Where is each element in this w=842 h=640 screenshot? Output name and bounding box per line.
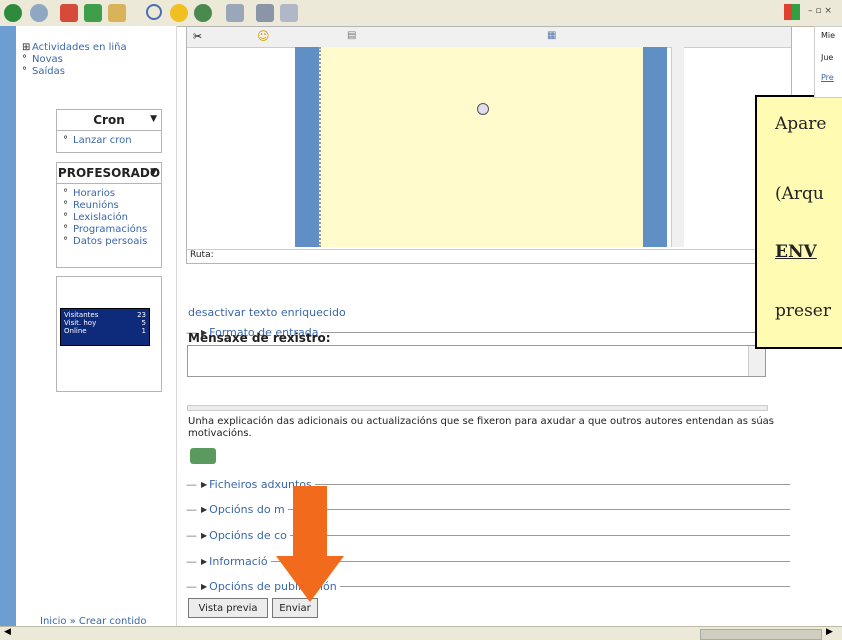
profesorado-title[interactable]: PROFESORADO ▼ (57, 163, 161, 184)
calendar-item[interactable]: Pre (821, 73, 834, 82)
callout-line: preser (775, 301, 831, 321)
scroll-right-icon[interactable]: ▶ (826, 627, 833, 637)
editor-left-margin (295, 47, 319, 247)
table-icon[interactable]: ▤ (347, 30, 356, 41)
editor-canvas[interactable] (319, 47, 645, 247)
sidebar-item-novas[interactable]: Novas (22, 54, 176, 66)
visitor-counter-widget: Visitantes 23 Visit. hoy 5 Online 1 (60, 308, 150, 346)
counter-row: Online 1 (64, 327, 146, 335)
sidebar-item-horarios[interactable]: Horarios (63, 188, 161, 200)
preview-button[interactable]: Vista previa (188, 598, 268, 618)
editor-right-margin (643, 47, 667, 247)
log-message-label: Mensaxe de rexistro: (188, 331, 331, 345)
print-icon[interactable] (256, 4, 274, 22)
refresh-icon[interactable] (84, 4, 102, 22)
chevron-down-icon[interactable]: ▼ (150, 167, 157, 177)
calendar-item[interactable]: Mie (821, 31, 835, 40)
counter-row: Visit. hoy 5 (64, 319, 146, 327)
resize-grip[interactable] (187, 405, 768, 411)
calendar-item[interactable]: Jue (821, 53, 833, 62)
favorites-icon[interactable] (170, 4, 188, 22)
orange-arrow-down-icon (276, 486, 344, 602)
flash-icon (477, 103, 489, 115)
sidebar-item-actividades[interactable]: Actividades en liña (22, 42, 176, 54)
back-icon[interactable] (4, 4, 22, 22)
horizontal-scrollbar[interactable]: ◀ ▶ (0, 626, 842, 640)
profesorado-block: PROFESORADO▼ Horarios Reunións Lexislaci… (56, 162, 162, 268)
cut-icon[interactable]: ✂ (193, 30, 202, 43)
sidebar-item-datos-persoais[interactable]: Datos persoais (63, 236, 161, 248)
sidebar-item-lexislacion[interactable]: Lexislación (63, 212, 161, 224)
callout-line: Apare (775, 114, 827, 134)
callout-line: ENV (775, 242, 817, 262)
mail-icon[interactable] (226, 4, 244, 22)
editor-path-label: Ruta: (187, 249, 791, 263)
image-icon[interactable]: ▦ (547, 30, 556, 41)
log-message-textarea[interactable] (187, 345, 766, 377)
window-controls[interactable]: – ▫ × (808, 6, 832, 16)
sidebar-item-reunions[interactable]: Reunións (63, 200, 161, 212)
sidebar-item-saidas[interactable]: Saídas (22, 66, 176, 78)
disable-rich-text-link[interactable]: desactivar texto enriquecido (188, 306, 346, 319)
editor-toolbar: ✂ ☺ ▤ ▦ (187, 27, 791, 48)
scroll-left-icon[interactable]: ◀ (4, 627, 11, 637)
callout-line: (Arqu (775, 184, 824, 204)
home-icon[interactable] (108, 4, 126, 22)
attach-image-icon[interactable] (190, 448, 216, 464)
edit-icon[interactable] (280, 4, 298, 22)
browser-toolbar: – ▫ × (0, 0, 842, 27)
scrollbar-thumb[interactable] (700, 629, 822, 640)
cron-title[interactable]: Cron ▼ (57, 110, 161, 131)
cron-block: Cron▼ Lanzar cron (56, 109, 162, 153)
instruction-callout: Apare (Arqu ENV preser (755, 95, 842, 349)
sidebar-item-programacions[interactable]: Programacións (63, 224, 161, 236)
smiley-icon[interactable]: ☺ (257, 29, 270, 43)
chevron-down-icon[interactable]: ▼ (150, 114, 157, 124)
calendar-panel: Mie Jue Pre (814, 26, 842, 98)
sidebar-item-lanzar-cron[interactable]: Lanzar cron (63, 135, 161, 147)
rich-text-editor[interactable]: ✂ ☺ ▤ ▦ Ruta: (186, 26, 792, 264)
sidebar-strip (0, 26, 16, 626)
textarea-scrollbar[interactable] (748, 346, 765, 376)
search-icon[interactable] (146, 4, 162, 20)
windows-flag-icon (784, 4, 800, 20)
stop-icon[interactable] (60, 4, 78, 22)
log-message-description: Unha explicación das adicionais ou actua… (188, 416, 775, 439)
history-icon[interactable] (194, 4, 212, 22)
forward-icon[interactable] (30, 4, 48, 22)
counter-row: Visitantes 23 (64, 311, 146, 319)
editor-scrollbar[interactable] (671, 47, 684, 247)
